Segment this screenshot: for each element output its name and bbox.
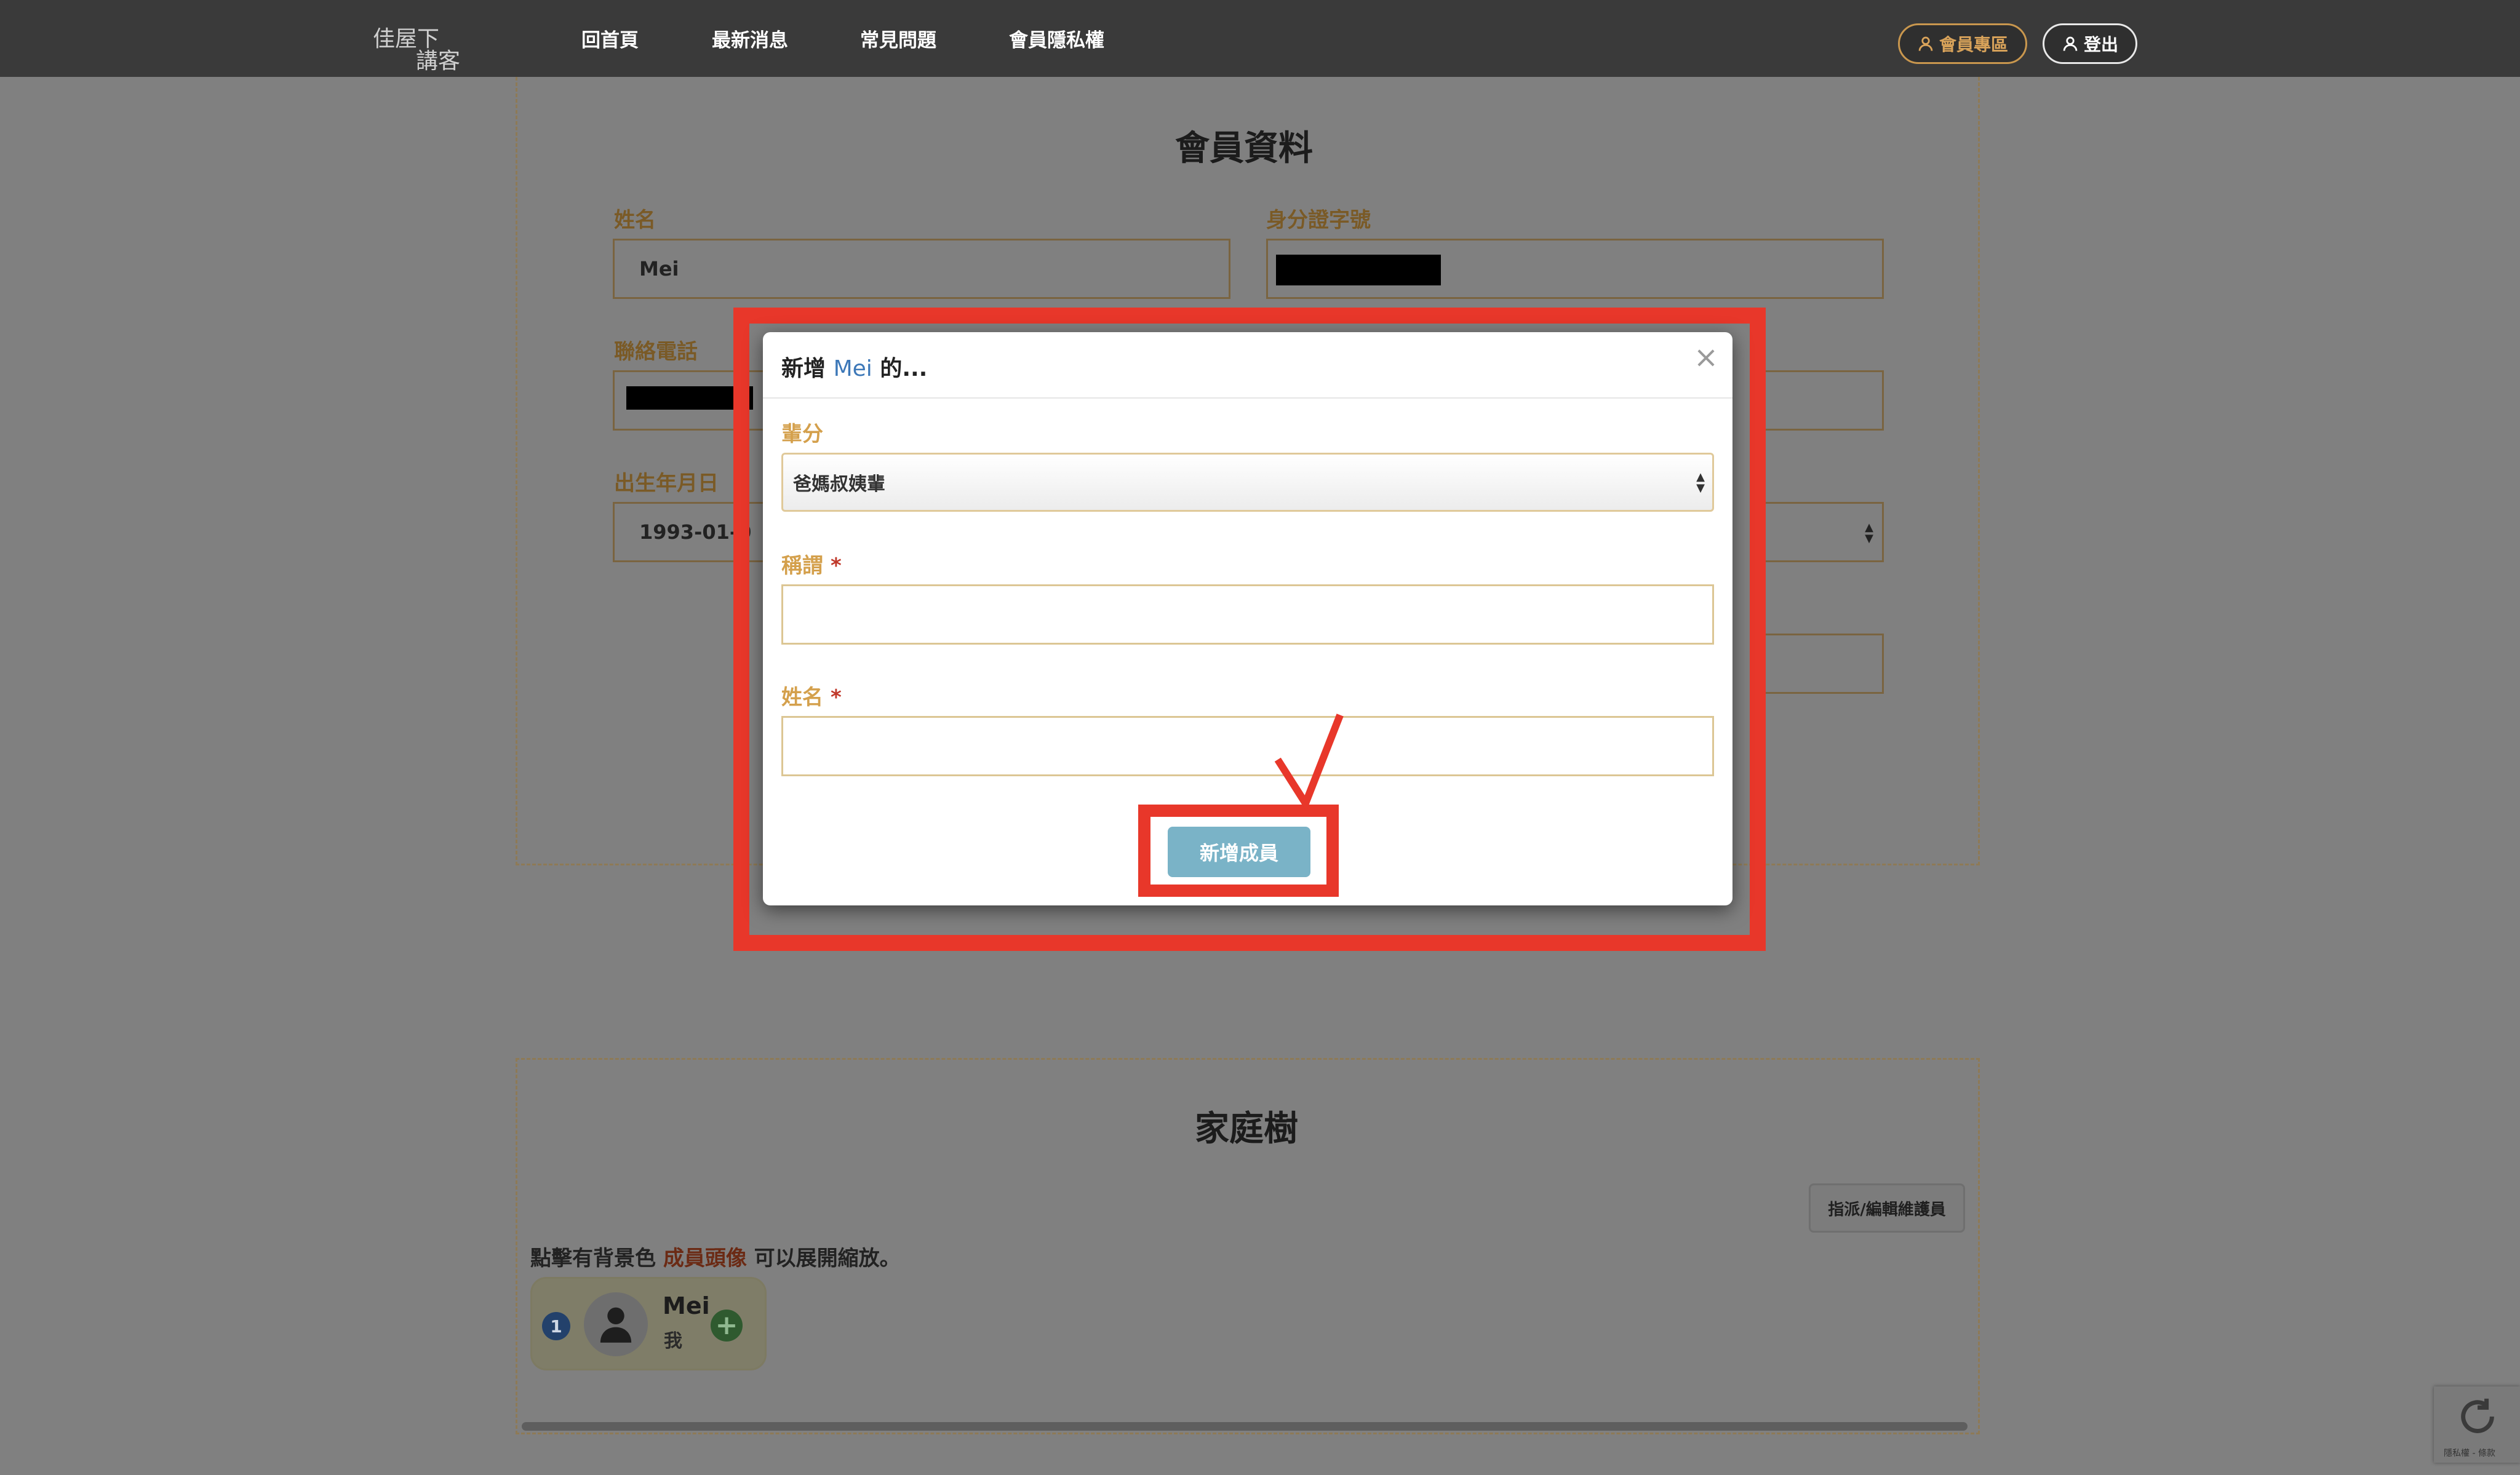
required-marker: * <box>831 685 842 710</box>
person-name-input[interactable] <box>781 716 1714 776</box>
tree-hint-highlight: 成員頭像 <box>663 1246 747 1271</box>
profile-title: 會員資料 <box>1175 129 1313 169</box>
profile-field-right[interactable] <box>1763 370 1884 431</box>
recaptcha-text: 隱私權 - 條款 <box>2444 1449 2495 1458</box>
nav-faq[interactable]: 常見問題 <box>860 25 936 52</box>
close-icon[interactable]: × <box>1691 340 1721 375</box>
tree-hint: 點擊有背景色 成員頭像 可以展開縮放。 <box>530 1241 901 1271</box>
generation-label: 輩分 <box>781 422 823 447</box>
birthdate-label: 出生年月日 <box>614 471 719 496</box>
title-label: 稱謂 * <box>781 549 842 579</box>
select-arrows-icon: ▲ ▼ <box>1696 471 1705 495</box>
person-icon <box>600 1307 632 1343</box>
title-input[interactable] <box>781 584 1714 645</box>
nav-news[interactable]: 最新消息 <box>712 25 788 52</box>
phone-label: 聯絡電話 <box>614 340 698 364</box>
person-name-label-text: 姓名 <box>781 685 823 710</box>
horizontal-scrollbar[interactable] <box>522 1422 1968 1431</box>
member-name: Mei <box>663 1292 710 1319</box>
user-icon <box>1918 36 1933 51</box>
modal-title: 新增 Mei 的... <box>781 351 927 383</box>
generation-select[interactable]: 爸媽叔姨輩 ▲ ▼ <box>781 453 1714 512</box>
select-arrows-icon: ▲ ▼ <box>1865 521 1873 545</box>
logout-button[interactable]: 登出 <box>2043 23 2137 64</box>
member-relation: 我 <box>664 1330 682 1352</box>
recaptcha-badge: 隱私權 - 條款 <box>2434 1386 2520 1463</box>
site-logo[interactable]: 佳屋下 講客 <box>373 21 461 76</box>
profile-field-right-2[interactable] <box>1763 634 1884 694</box>
name-field[interactable]: Mei <box>613 239 1230 299</box>
member-area-button[interactable]: 會員專區 <box>1898 23 2027 64</box>
member-card[interactable]: 1 Mei 我 + <box>530 1277 767 1370</box>
name-label: 姓名 <box>614 208 656 233</box>
add-member-icon[interactable]: + <box>711 1310 743 1342</box>
modal-title-suffix: 的... <box>880 356 928 381</box>
avatar[interactable] <box>584 1292 648 1356</box>
required-marker: * <box>831 554 842 578</box>
logout-label: 登出 <box>2083 34 2118 55</box>
nav-home[interactable]: 回首頁 <box>581 25 639 52</box>
name-value: Mei <box>639 257 679 280</box>
user-icon <box>2063 36 2078 51</box>
title-label-text: 稱謂 <box>781 554 823 578</box>
modal-title-name: Mei <box>833 356 872 381</box>
family-tree-title: 家庭樹 <box>1195 1109 1298 1149</box>
redaction-block <box>1276 255 1441 285</box>
tree-hint-prefix: 點擊有背景色 <box>530 1246 663 1271</box>
id-number-label: 身分證字號 <box>1266 208 1371 233</box>
modal-header: 新增 Mei 的... × <box>763 332 1732 399</box>
recaptcha-icon <box>2461 1398 2494 1433</box>
nav-privacy[interactable]: 會員隱私權 <box>1009 25 1104 52</box>
logo-line-2: 講客 <box>416 49 461 74</box>
member-area-label: 會員專區 <box>1939 34 2008 55</box>
annotation-button-frame <box>1138 805 1339 897</box>
member-count-badge: 1 <box>542 1312 570 1340</box>
tree-hint-suffix: 可以展開縮放。 <box>746 1246 901 1271</box>
top-navbar: 佳屋下 講客 回首頁 最新消息 常見問題 會員隱私權 會員專區 登出 <box>0 0 2520 77</box>
modal-title-prefix: 新增 <box>781 356 826 381</box>
generation-selected: 爸媽叔姨輩 <box>793 474 885 495</box>
profile-select-right[interactable]: ▲ ▼ <box>1763 502 1884 562</box>
person-name-label: 姓名 * <box>781 680 842 710</box>
assign-maintainer-button[interactable]: 指派/編輯維護員 <box>1809 1183 1965 1233</box>
